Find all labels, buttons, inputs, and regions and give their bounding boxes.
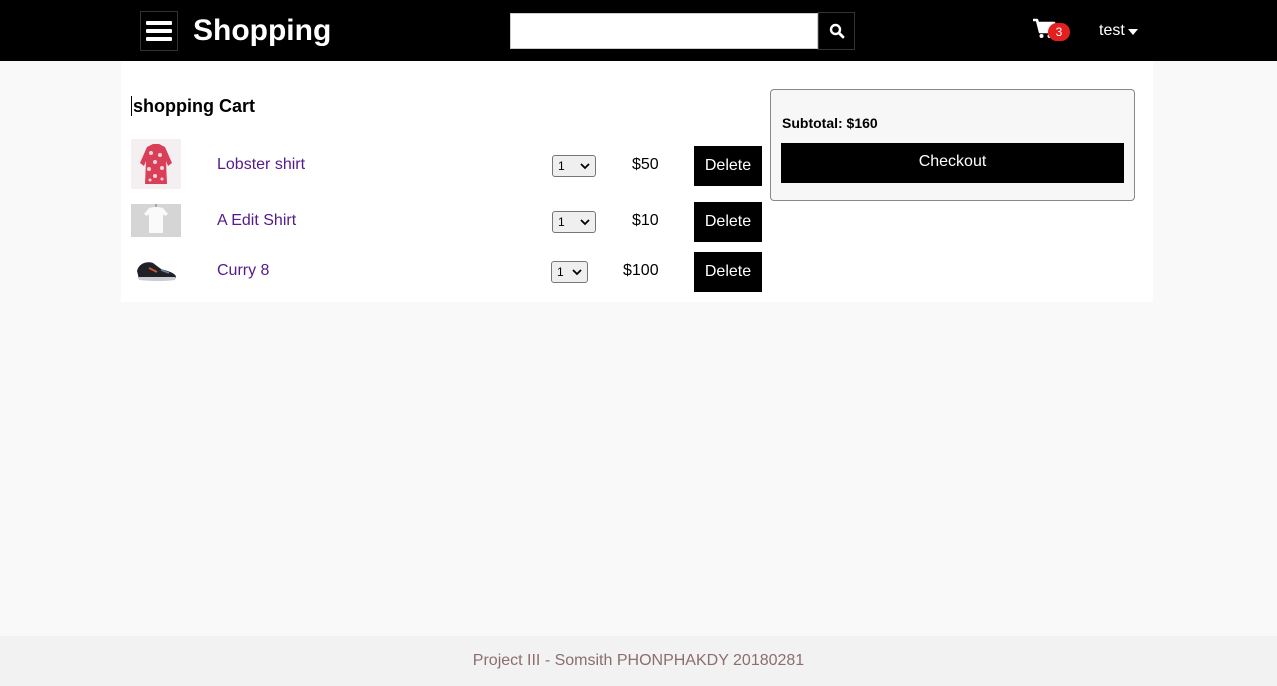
footer: Project III - Somsith PHONPHAKDY 2018028… <box>0 636 1277 686</box>
product-name-link[interactable]: Lobster shirt <box>217 156 305 174</box>
product-price: $100 <box>623 262 659 279</box>
delete-button[interactable]: Delete <box>694 202 762 242</box>
quantity-value: 1 <box>558 215 565 229</box>
menu-button[interactable] <box>140 11 178 51</box>
user-name: test <box>1099 22 1125 39</box>
chevron-down-icon <box>572 269 582 276</box>
product-name-link[interactable]: Curry 8 <box>217 262 269 280</box>
product-price: $50 <box>632 156 659 173</box>
chevron-down-icon <box>580 163 590 170</box>
delete-button[interactable]: Delete <box>694 146 762 186</box>
caret-down-icon <box>1127 28 1138 35</box>
cart-count-badge: 3 <box>1048 23 1070 41</box>
checkout-button[interactable]: Checkout <box>781 143 1124 183</box>
delete-button[interactable]: Delete <box>694 252 762 292</box>
subtotal-text: Subtotal: $160 <box>782 115 878 131</box>
quantity-value: 1 <box>558 159 565 173</box>
order-summary: Subtotal: $160 Checkout <box>770 89 1135 201</box>
quantity-select[interactable]: 1 <box>552 211 596 233</box>
page-title: shopping Cart <box>131 96 255 116</box>
search-button[interactable] <box>818 12 855 50</box>
hamburger-bar <box>146 21 172 25</box>
quantity-value: 1 <box>557 265 564 279</box>
cart-link[interactable]: 3 <box>1032 16 1074 44</box>
quantity-select[interactable]: 1 <box>551 261 588 283</box>
product-image[interactable] <box>131 254 181 284</box>
search-icon <box>829 23 844 39</box>
user-menu[interactable]: test <box>1099 22 1138 40</box>
quantity-select[interactable]: 1 <box>552 155 596 177</box>
footer-text: Project III - Somsith PHONPHAKDY 2018028… <box>472 652 805 669</box>
product-image[interactable] <box>131 139 181 189</box>
cart-item: Lobster shirt 1 $50 Delete <box>131 138 763 189</box>
hamburger-bar <box>146 37 172 41</box>
brand-title[interactable]: Shopping <box>193 14 331 48</box>
product-image[interactable] <box>131 204 181 237</box>
cart-item: Curry 8 1 $100 Delete <box>131 244 763 294</box>
navbar: Shopping 3 test <box>0 0 1277 61</box>
hamburger-bar <box>146 29 172 33</box>
chevron-down-icon <box>580 219 590 226</box>
product-name-link[interactable]: A Edit Shirt <box>217 212 296 230</box>
product-price: $10 <box>632 212 659 229</box>
cart-item: A Edit Shirt 1 $10 Delete <box>131 194 763 244</box>
search-input[interactable] <box>510 13 818 49</box>
